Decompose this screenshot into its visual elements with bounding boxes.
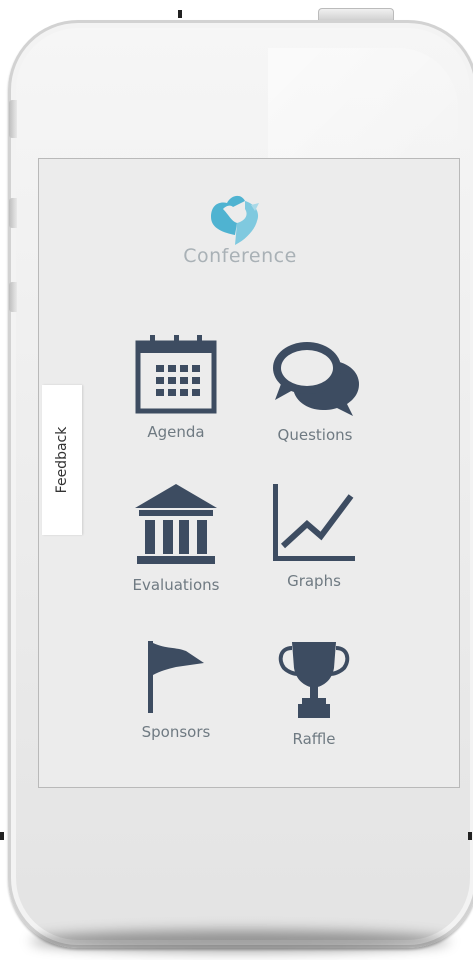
side-mark-left — [0, 832, 4, 840]
app-name: Conference — [183, 245, 297, 267]
flag-icon — [148, 641, 204, 713]
camera-dot — [178, 10, 182, 18]
menu-item-agenda[interactable]: Agenda — [106, 333, 246, 441]
speech-bubbles-icon — [273, 342, 359, 416]
feedback-label: Feedback — [54, 426, 70, 494]
menu-label-agenda: Agenda — [147, 423, 205, 441]
volume-up-button — [9, 198, 17, 228]
menu-label-graphs: Graphs — [287, 572, 341, 590]
menu-label-raffle: Raffle — [292, 730, 336, 748]
menu-label-evaluations: Evaluations — [132, 576, 220, 594]
mute-switch — [9, 100, 17, 138]
menu-label-sponsors: Sponsors — [141, 723, 211, 741]
menu-item-graphs[interactable]: Graphs — [244, 480, 384, 590]
menu-label-questions: Questions — [277, 426, 353, 444]
menu-item-sponsors[interactable]: Sponsors — [106, 635, 246, 741]
menu-item-questions[interactable]: Questions — [245, 338, 385, 444]
trophy-icon — [278, 642, 350, 718]
menu-item-raffle[interactable]: Raffle — [244, 638, 384, 748]
side-mark-right — [468, 832, 472, 840]
institution-building-icon — [135, 484, 217, 564]
conference-logo-icon — [211, 195, 259, 245]
menu-item-evaluations[interactable]: Evaluations — [106, 480, 246, 594]
phone-glare — [268, 48, 458, 174]
feedback-tab[interactable]: Feedback — [42, 385, 82, 535]
volume-down-button — [9, 282, 17, 312]
phone-shadow — [30, 930, 450, 952]
line-graph-icon — [273, 484, 355, 561]
calendar-icon — [135, 335, 217, 414]
